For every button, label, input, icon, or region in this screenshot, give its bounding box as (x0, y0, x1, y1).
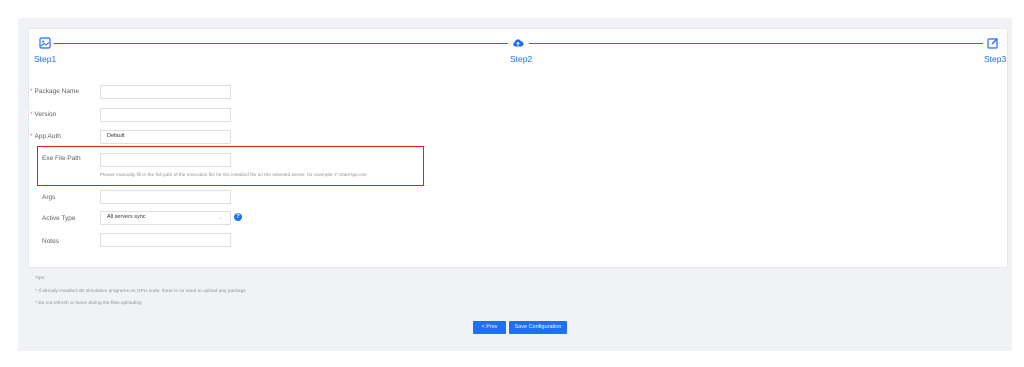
package-name-label-text: Package Name (34, 88, 79, 95)
notes-input[interactable] (100, 233, 231, 247)
package-name-label: * Package Name (30, 88, 79, 95)
args-input[interactable] (100, 190, 231, 204)
required-mark: * (30, 111, 33, 118)
version-label-text: Version (34, 111, 57, 118)
tips-line-1: * If already installed 3D simulation pro… (35, 289, 246, 294)
edit-icon (987, 38, 998, 49)
help-icon[interactable]: ? (234, 213, 242, 221)
required-mark: * (30, 133, 33, 140)
save-configuration-button[interactable]: Save Configuration (509, 321, 567, 334)
app-auth-label: * App Auth (30, 133, 61, 140)
step1-label[interactable]: Step1 (34, 54, 56, 64)
tips-line-2: * Do not refresh or leave during the fil… (35, 301, 142, 306)
step-connector-2 (529, 43, 983, 44)
args-label: Args (42, 194, 56, 201)
step-connector-1 (54, 43, 508, 44)
image-icon (39, 37, 51, 49)
chevron-down-icon: ⌄ (217, 215, 223, 221)
notes-label: Notes (42, 238, 59, 245)
cloud-upload-icon (513, 39, 524, 47)
version-label: * Version (30, 111, 56, 118)
tips-title: Tips: (35, 276, 46, 281)
version-input[interactable] (100, 108, 231, 122)
highlight-box (37, 146, 424, 186)
app-auth-input[interactable]: Default (100, 130, 231, 144)
active-type-label: Active Type (42, 215, 76, 222)
package-name-input[interactable] (100, 85, 231, 99)
active-type-value: All servers sync (107, 214, 146, 220)
app-auth-value: Default (107, 133, 125, 139)
active-type-select[interactable]: All servers sync ⌄ (100, 211, 231, 225)
step2-label[interactable]: Step2 (510, 54, 532, 64)
prev-button[interactable]: < Prev (473, 321, 506, 334)
app-auth-label-text: App Auth (34, 133, 61, 140)
step3-label[interactable]: Step3 (984, 54, 1006, 64)
required-mark: * (30, 88, 33, 95)
